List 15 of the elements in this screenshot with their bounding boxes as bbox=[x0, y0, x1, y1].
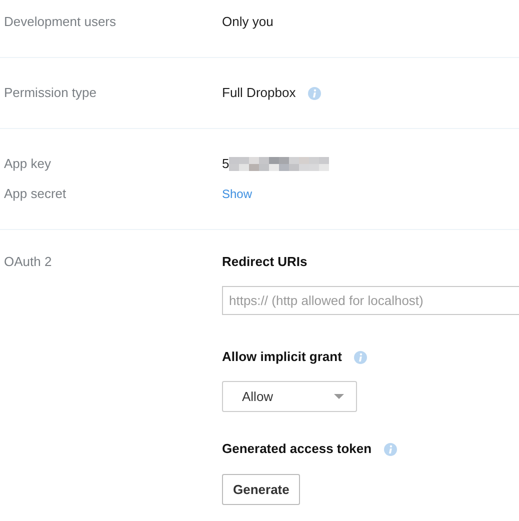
section-heading: Generated access token bbox=[222, 440, 372, 458]
field-label: Development users bbox=[3, 13, 117, 31]
field-value: Full Dropbox bbox=[222, 84, 296, 102]
section-heading: Allow implicit grant bbox=[222, 348, 342, 366]
generate-button[interactable]: Generate bbox=[222, 474, 300, 505]
field-label: App secret bbox=[3, 185, 68, 203]
field-label: App key bbox=[3, 155, 52, 173]
implicit-grant-dropdown[interactable]: Allow bbox=[222, 381, 357, 412]
field-value: Only you bbox=[222, 13, 274, 31]
redirect-uri-field[interactable]: https:// (http allowed for localhost) bbox=[222, 286, 519, 315]
field-value: 5 bbox=[222, 155, 230, 173]
field-label: OAuth 2 bbox=[3, 253, 53, 271]
section-heading: Redirect URIs bbox=[222, 253, 308, 271]
field-label: Permission type bbox=[3, 84, 98, 102]
caret-icon bbox=[334, 394, 344, 399]
